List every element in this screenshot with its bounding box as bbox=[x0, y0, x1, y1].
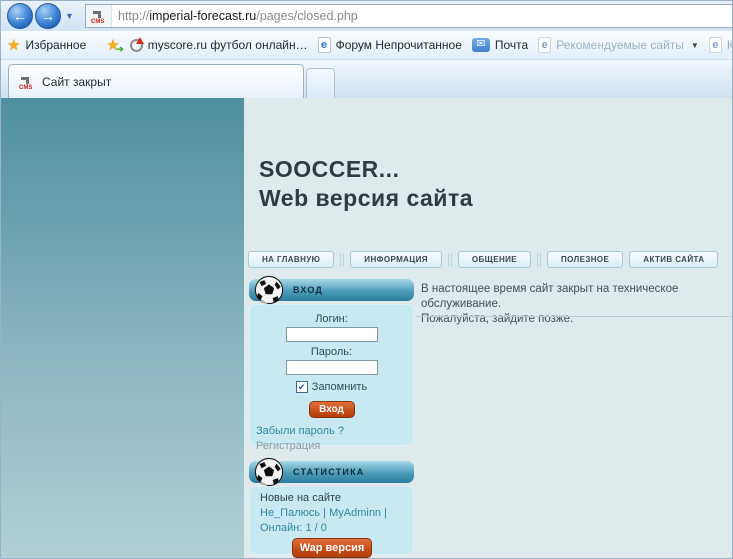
svg-text:CMS: CMS bbox=[91, 19, 104, 24]
statistics-box-body: Новые на сайте Не_Палюсь | MyAdminn | Он… bbox=[249, 486, 414, 555]
remember-label: Запомнить bbox=[312, 381, 367, 393]
suggested-sites-button[interactable]: e Рекомендуемые сайты ▼ bbox=[538, 37, 699, 53]
favorites-bar: ★ Избранное ★ ➔ myscore.ru футбол онлайн… bbox=[1, 31, 733, 60]
browser-toolbar: ← → ▼ CMS http://imperial-forecast.ru/pa… bbox=[1, 1, 733, 31]
login-box-body: Логин: Пароль: ✔ Запомнить Вход Забыли п… bbox=[249, 304, 414, 446]
ie-page-icon: e bbox=[709, 37, 722, 53]
online-counter: Онлайн: 1 / 0 bbox=[260, 522, 413, 535]
login-box: ВХОД Логин: Пароль: ✔ Запомнить Вход Заб… bbox=[249, 279, 414, 446]
statistics-box-title: СТАТИСТИКА bbox=[293, 467, 364, 477]
nav-button-useful[interactable]: ПОЛЕЗНОЕ bbox=[547, 251, 623, 268]
favorite-link-myscore[interactable]: myscore.ru футбол онлайн… bbox=[130, 38, 308, 52]
star-icon: ★ bbox=[7, 36, 20, 54]
new-users-line: Не_Палюсь | MyAdminn | bbox=[260, 507, 413, 520]
page-content: SOOCCER... Web версия сайта НА ГЛАВНУЮ И… bbox=[244, 98, 732, 558]
new-on-site-label: Новые на сайте bbox=[260, 492, 413, 505]
forgot-password-link[interactable]: Забыли пароль ? bbox=[256, 425, 344, 437]
nav-button-information[interactable]: ИНФОРМАЦИЯ bbox=[350, 251, 442, 268]
site-closed-message: В настоящее время сайт закрыт на техниче… bbox=[421, 282, 731, 327]
add-to-favorites-bar-button[interactable]: ★ ➔ bbox=[106, 36, 119, 54]
registration-link[interactable]: Регистрация bbox=[256, 440, 320, 452]
password-input[interactable] bbox=[286, 360, 378, 375]
nav-button-home[interactable]: НА ГЛАВНУЮ bbox=[248, 251, 334, 268]
remember-row: ✔ Запомнить bbox=[250, 381, 413, 393]
add-favorite-arrow-icon: ➔ bbox=[116, 44, 124, 55]
tab-bar: CMS Сайт закрыт bbox=[1, 60, 733, 98]
nav-separator bbox=[537, 253, 541, 267]
soccer-ball-icon bbox=[254, 457, 284, 487]
back-button[interactable]: ← bbox=[7, 3, 33, 29]
user-link[interactable]: MyAdminn bbox=[329, 507, 381, 519]
tab-title: Сайт закрыт bbox=[42, 75, 111, 89]
forward-button[interactable]: → bbox=[35, 3, 61, 29]
login-input[interactable] bbox=[286, 327, 378, 342]
wap-version-button[interactable]: Wap версия bbox=[292, 538, 372, 558]
new-tab-button[interactable] bbox=[306, 68, 335, 98]
nav-separator bbox=[340, 253, 344, 267]
chevron-down-icon: ▼ bbox=[691, 41, 699, 50]
user-link[interactable]: Не_Палюсь bbox=[260, 507, 320, 519]
back-arrow-icon: ← bbox=[13, 8, 27, 24]
favorite-link-forum[interactable]: e Форум Непрочитанное bbox=[318, 37, 462, 53]
site-navigation: НА ГЛАВНУЮ ИНФОРМАЦИЯ ОБЩЕНИЕ ПОЛЕЗНОЕ А… bbox=[248, 251, 718, 268]
login-box-title: ВХОД bbox=[293, 285, 323, 295]
mail-icon: ✉ bbox=[472, 38, 490, 52]
ie-page-icon: e bbox=[318, 37, 331, 53]
forward-arrow-icon: → bbox=[41, 8, 55, 24]
address-bar[interactable]: CMS http://imperial-forecast.ru/pages/cl… bbox=[85, 4, 733, 28]
password-label: Пароль: bbox=[250, 346, 413, 358]
nav-separator bbox=[448, 253, 452, 267]
myscore-favicon-icon bbox=[130, 39, 143, 52]
statistics-box: СТАТИСТИКА Новые на сайте Не_Палюсь | My… bbox=[249, 461, 414, 555]
statistics-box-header: СТАТИСТИКА bbox=[249, 461, 414, 483]
remember-checkbox[interactable]: ✔ bbox=[296, 381, 308, 393]
favorite-link-collection[interactable]: e Коллекция bbox=[709, 37, 733, 53]
login-label: Логин: bbox=[250, 313, 413, 325]
nav-button-communication[interactable]: ОБЩЕНИЕ bbox=[458, 251, 531, 268]
login-box-header: ВХОД bbox=[249, 279, 414, 301]
page-background-gradient bbox=[1, 98, 244, 559]
svg-text:CMS: CMS bbox=[19, 85, 32, 90]
soccer-ball-icon bbox=[254, 275, 284, 305]
cms-favicon-icon: CMS bbox=[91, 8, 107, 24]
page-title: SOOCCER... Web версия сайта bbox=[259, 155, 473, 213]
cms-favicon-icon: CMS bbox=[19, 74, 35, 90]
recent-pages-dropdown-icon[interactable]: ▼ bbox=[65, 11, 74, 21]
ie-page-icon: e bbox=[538, 37, 551, 53]
login-submit-button[interactable]: Вход bbox=[309, 401, 355, 418]
content-divider bbox=[416, 316, 732, 317]
favorites-button[interactable]: ★ Избранное bbox=[7, 36, 86, 54]
url-text: http://imperial-forecast.ru/pages/closed… bbox=[118, 9, 358, 23]
login-links: Забыли пароль ? Регистрация bbox=[250, 418, 413, 452]
favorite-link-mail[interactable]: ✉ Почта bbox=[472, 38, 528, 52]
nav-button-site-assets[interactable]: АКТИВ САЙТА bbox=[629, 251, 718, 268]
tab-site-closed[interactable]: CMS Сайт закрыт bbox=[8, 64, 304, 98]
checkmark-icon: ✔ bbox=[298, 382, 306, 392]
browser-window: ← → ▼ CMS http://imperial-forecast.ru/pa… bbox=[0, 0, 733, 559]
